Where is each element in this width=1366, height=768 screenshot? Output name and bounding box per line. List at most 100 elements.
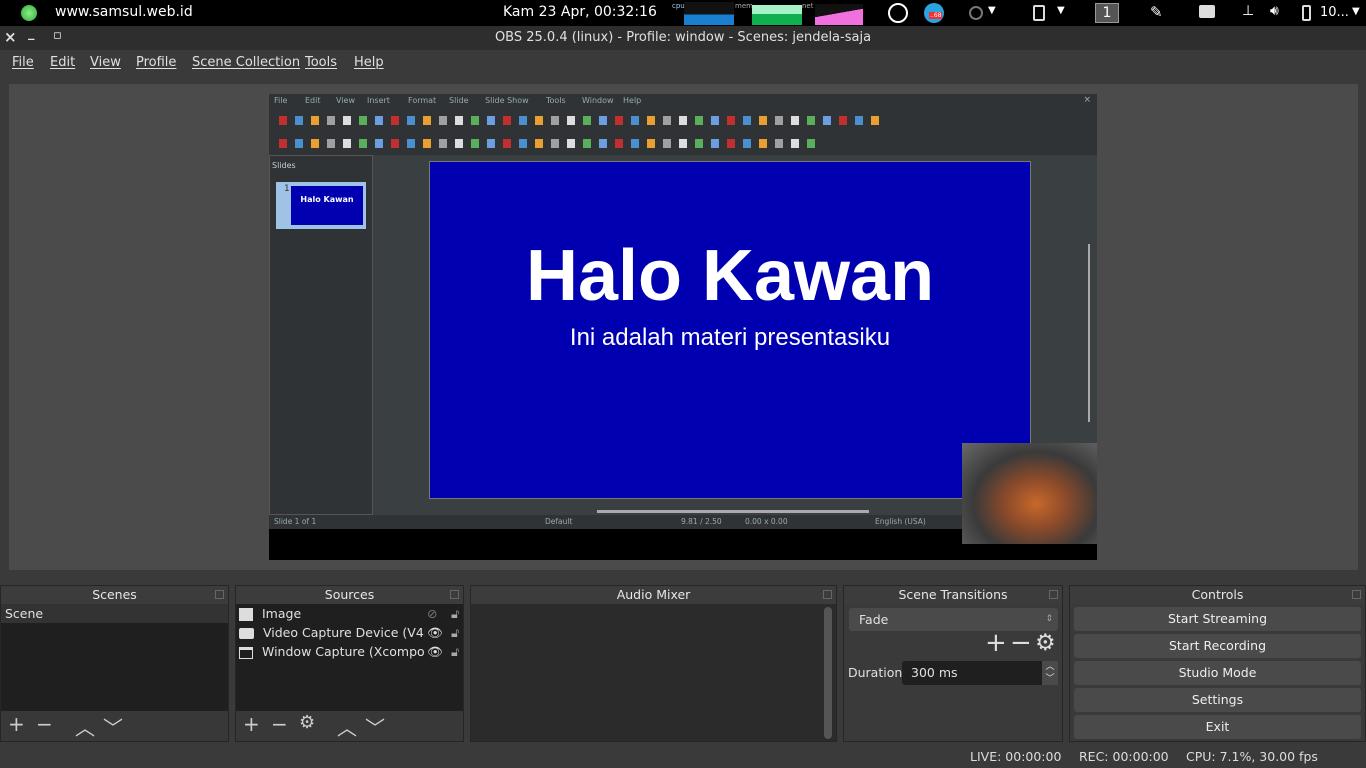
lock-icon[interactable]: 🔓︎: [451, 623, 459, 642]
mem-graph-label: mem: [735, 2, 753, 10]
move-down-button[interactable]: ﹀: [365, 712, 385, 741]
rec-timer: REC: 00:00:00: [1079, 749, 1169, 764]
source-name: Image: [262, 606, 302, 621]
live-timer: LIVE: 00:00:00: [970, 749, 1062, 764]
toolbar-icon: [583, 139, 591, 148]
add-scene-button[interactable]: +: [8, 712, 25, 736]
float-icon[interactable]: [1352, 590, 1361, 599]
window-icon: [239, 646, 253, 659]
source-item[interactable]: Image ⊘ 🔓︎: [239, 604, 460, 623]
menu-scene-collection[interactable]: Scene Collection: [192, 55, 300, 70]
system-top-bar: www.samsul.web.id Kam 23 Apr, 00:32:16 c…: [0, 0, 1366, 26]
clipboard-icon[interactable]: [1033, 5, 1045, 21]
toolbar-icon: [711, 116, 719, 125]
start-streaming-button[interactable]: Start Streaming: [1074, 607, 1361, 631]
lock-icon[interactable]: 🔓︎: [451, 604, 459, 623]
scene-transitions-dock: Scene Transitions Fade ⇕ + − ⚙ Duration 3…: [843, 585, 1063, 742]
settings-button[interactable]: Settings: [1074, 688, 1361, 712]
pencil-icon[interactable]: ✎: [1150, 3, 1163, 21]
distro-logo-icon[interactable]: [21, 5, 37, 21]
duration-input[interactable]: 300 ms ︿ ﹀: [902, 661, 1058, 685]
float-icon[interactable]: [450, 590, 459, 599]
float-icon[interactable]: [1049, 590, 1058, 599]
slide-title: Halo Kawan: [525, 236, 935, 316]
record-status-icon[interactable]: [969, 6, 983, 20]
menu-profile[interactable]: Profile: [136, 55, 176, 70]
workspace-switcher[interactable]: 1: [1095, 3, 1119, 23]
maximize-button[interactable]: ▫: [53, 28, 62, 43]
toolbar-icon: [759, 116, 767, 125]
hidden-eye-icon[interactable]: ⊘: [427, 604, 437, 623]
toolbar-icon: [711, 139, 719, 148]
toolbar-icon: [855, 116, 863, 125]
window-capture-preview[interactable]: File Edit View Insert Format Slide Slide Show T…: [269, 94, 1097, 560]
add-source-button[interactable]: +: [243, 712, 260, 736]
toolbar-icon: [343, 139, 351, 148]
toolbar-icon: [791, 139, 799, 148]
eye-icon[interactable]: 👁︎: [425, 642, 453, 661]
audio-mixer-dock: Audio Mixer: [470, 585, 837, 742]
scene-item[interactable]: Scene: [1, 604, 228, 623]
source-name: Video Capture Device (V4L2: [263, 625, 439, 640]
volume-icon[interactable]: 🔊︎: [1270, 3, 1279, 19]
toolbar-icon: [423, 139, 431, 148]
studio-mode-button[interactable]: Studio Mode: [1074, 661, 1361, 685]
remove-transition-button[interactable]: −: [1010, 628, 1032, 658]
toolbar-icon: [391, 139, 399, 148]
toolbar-icon: [503, 116, 511, 125]
menu-help[interactable]: Help: [354, 55, 384, 70]
network-icon[interactable]: ⊥: [1242, 3, 1254, 19]
float-icon[interactable]: [823, 590, 832, 599]
spinner-icon[interactable]: ︿ ﹀: [1042, 661, 1058, 685]
toolbar-icon: [663, 116, 671, 125]
toolbar-icon: [375, 116, 383, 125]
obs-tray-icon[interactable]: [888, 3, 908, 23]
impress-menu-item: Format: [408, 96, 437, 105]
status-size: 0.00 x 0.00: [745, 517, 788, 526]
lock-icon[interactable]: 🔓︎: [451, 642, 459, 661]
menu-view[interactable]: View: [90, 55, 121, 70]
screenshot-icon[interactable]: [1199, 5, 1215, 18]
remove-source-button[interactable]: −: [271, 712, 288, 736]
minimize-button[interactable]: _: [28, 26, 35, 41]
toolbar-icon: [679, 139, 687, 148]
net-graph: [815, 4, 863, 25]
remove-scene-button[interactable]: −: [36, 712, 53, 736]
toolbar-icon: [327, 139, 335, 148]
eye-icon[interactable]: 👁︎: [425, 623, 453, 642]
status-position: 9.81 / 2.50: [681, 517, 722, 526]
telegram-tray-icon[interactable]: ..68: [924, 3, 944, 23]
battery-level: 10...: [1320, 5, 1349, 20]
window-title: OBS 25.0.4 (linux) - Profile: window - S…: [494, 30, 872, 45]
toolbar-icon: [311, 139, 319, 148]
move-up-button[interactable]: ︿: [75, 712, 95, 741]
float-icon[interactable]: [215, 590, 224, 599]
source-item[interactable]: Video Capture Device (V4L2 👁︎ 🔓︎: [239, 623, 460, 642]
move-down-button[interactable]: ﹀: [103, 712, 123, 741]
thumb-title: Halo Kawan: [291, 186, 363, 225]
dropdown-icon[interactable]: ▼: [1352, 6, 1360, 17]
window-title-bar[interactable]: × _ ▫ OBS 25.0.4 (linux) - Profile: wind…: [0, 26, 1366, 50]
source-list: Image ⊘ 🔓︎ Video Capture Device (V4L2 👁︎ 🔓︎ …: [236, 604, 463, 711]
start-recording-button[interactable]: Start Recording: [1074, 634, 1361, 658]
menu-tools[interactable]: Tools: [305, 55, 337, 70]
source-properties-gear-icon[interactable]: ⚙: [299, 712, 315, 733]
dropdown-icon[interactable]: ▼: [1057, 5, 1065, 16]
dropdown-icon[interactable]: ▼: [988, 5, 996, 16]
exit-button[interactable]: Exit: [1074, 715, 1361, 739]
toolbar-icon: [807, 139, 815, 148]
toolbar-icon: [567, 139, 575, 148]
close-button[interactable]: ×: [4, 28, 17, 46]
move-up-button[interactable]: ︿: [337, 712, 357, 741]
clock[interactable]: Kam 23 Apr, 00:32:16: [503, 4, 657, 20]
impress-menu-bar: File Edit View Insert Format Slide Slide Show T…: [269, 94, 1097, 109]
audio-mixer-scrollbar[interactable]: [824, 607, 832, 739]
menu-file[interactable]: File: [12, 55, 34, 70]
menu-edit[interactable]: Edit: [50, 55, 75, 70]
transition-properties-gear-icon[interactable]: ⚙: [1035, 630, 1056, 656]
sources-dock: Sources Image ⊘ 🔓︎ Video Capture Device (V…: [235, 585, 464, 742]
battery-icon[interactable]: [1302, 5, 1311, 21]
add-transition-button[interactable]: +: [985, 628, 1007, 658]
source-item[interactable]: Window Capture (Xcomposite 👁︎ 🔓︎: [239, 642, 460, 661]
toolbar-icon: [519, 116, 527, 125]
